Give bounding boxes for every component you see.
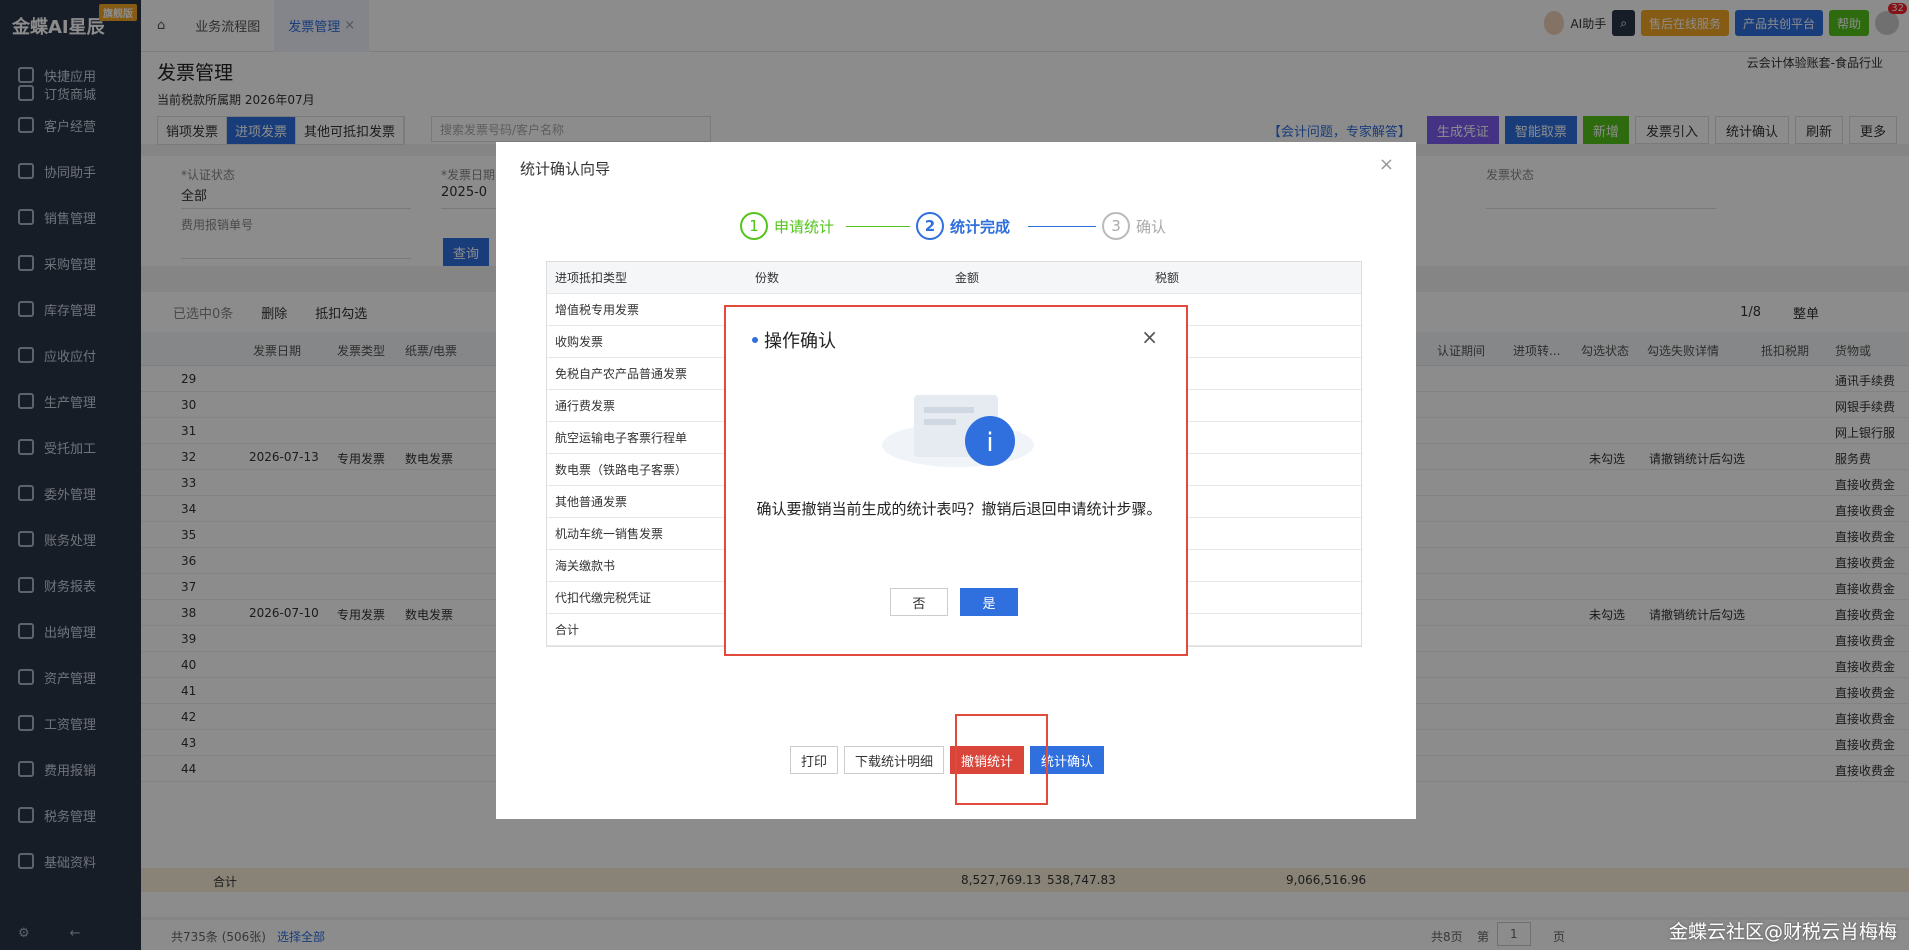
stat-cell: 数电票（铁路电子客票） [555,463,688,477]
step-3-label: 确认 [1136,217,1167,236]
title-dot-icon [752,337,758,343]
download-detail-button[interactable]: 下载统计明细 [844,746,945,774]
close-icon[interactable]: × [1379,154,1394,175]
confirm-title-text: 操作确认 [764,331,836,352]
step-2-number: 2 [916,212,944,240]
step-2-label: 统计完成 [950,217,1011,236]
step-1-label: 申请统计 [774,217,835,236]
stat-cell: 免税自产农产品普通发票 [555,367,688,381]
stat-cell: 收购发票 [555,335,604,349]
info-illustration-icon: i [882,395,1034,467]
stat-table-header: 进项抵扣类型 份数 金额 税额 [547,262,1361,294]
wizard-title: 统计确认向导 [520,160,611,178]
step-1-number: 1 [740,212,768,240]
col-count: 份数 [755,271,780,285]
step-line [846,226,910,227]
step-1: 1 申请统计 [740,212,834,240]
step-3: 3 确认 [1102,212,1166,240]
no-button[interactable]: 否 [890,588,948,616]
stat-cell: 合计 [555,623,580,637]
confirm-buttons: 否 是 [890,588,1018,616]
stat-cell: 其他普通发票 [555,495,628,509]
print-button[interactable]: 打印 [790,746,839,774]
highlight-box [955,714,1048,805]
stat-cell: 海关缴款书 [555,559,616,573]
wizard-buttons: 打印 下载统计明细 撤销统计 统计确认 [790,746,1105,774]
yes-button[interactable]: 是 [960,588,1018,616]
stat-cell: 通行费发票 [555,399,616,413]
stat-cell: 航空运输电子客票行程单 [555,431,688,445]
step-line [1028,226,1096,227]
confirm-message: 确认要撤销当前生成的统计表吗？撤销后退回申请统计步骤。 [756,500,1162,518]
close-icon[interactable]: × [1141,325,1158,349]
step-3-number: 3 [1102,212,1130,240]
step-2: 2 统计完成 [916,212,1010,240]
stat-cell: 机动车统一销售发票 [555,527,664,541]
watermark: 金蝶云社区@财税云肖梅梅 [1668,921,1897,943]
col-tax: 税额 [1155,271,1180,285]
svg-text:i: i [986,428,993,458]
col-deduct-type: 进项抵扣类型 [555,271,628,285]
stat-cell: 增值税专用发票 [555,303,640,317]
col-amount: 金额 [955,271,980,285]
confirm-title: 操作确认 [752,327,836,353]
confirm-dialog: 操作确认 × i 确认要撤销当前生成的统计表吗？撤销后退回申请统计步骤。 否 是 [724,305,1188,656]
stat-cell: 代扣代缴完税凭证 [555,591,652,605]
